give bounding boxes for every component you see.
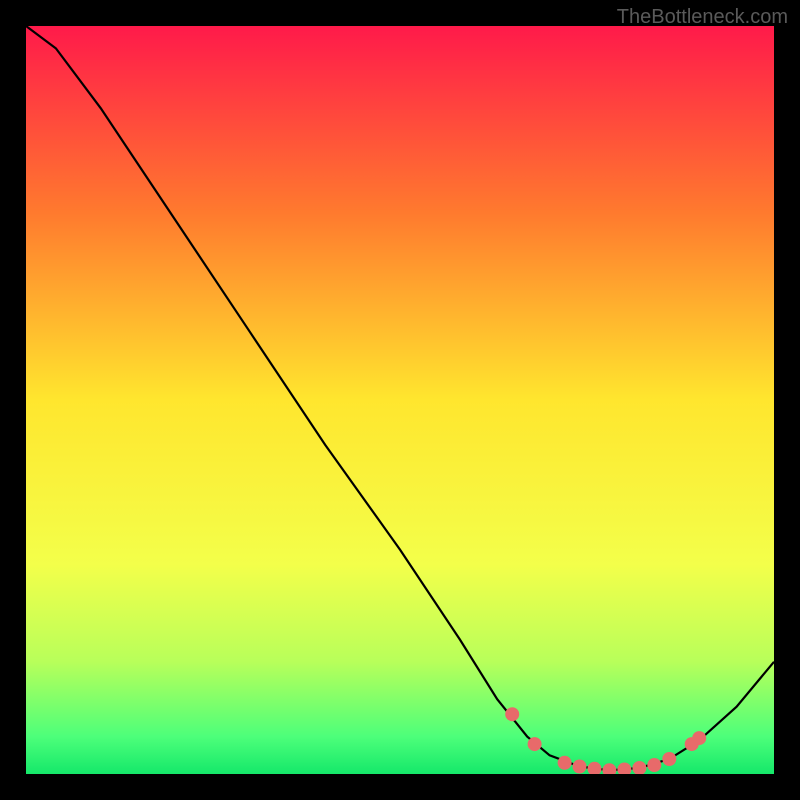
data-marker (528, 737, 542, 751)
data-marker (573, 760, 587, 774)
data-marker (662, 752, 676, 766)
data-marker (647, 758, 661, 772)
gradient-background (26, 26, 774, 774)
data-marker (505, 707, 519, 721)
data-marker (558, 756, 572, 770)
chart-svg (26, 26, 774, 774)
plot-area (26, 26, 774, 774)
chart-container: TheBottleneck.com (0, 0, 800, 800)
data-marker (692, 731, 706, 745)
watermark-text: TheBottleneck.com (617, 6, 788, 29)
